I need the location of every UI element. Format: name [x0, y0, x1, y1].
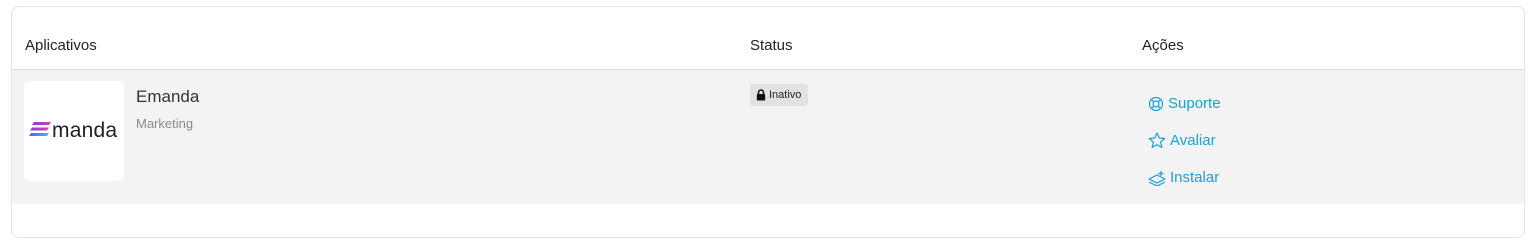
app-name: Emanda [136, 87, 200, 106]
rate-label: Avaliar [1170, 132, 1216, 149]
status-label: Inativo [769, 89, 802, 101]
star-icon [1148, 132, 1166, 149]
status-badge: Inativo [750, 84, 809, 106]
column-header-apps: Aplicativos [25, 37, 97, 54]
install-link[interactable]: Instalar [1148, 169, 1219, 186]
app-category: Marketing [136, 116, 194, 131]
table-row: manda Emanda Marketing Inativo Suporte A… [12, 70, 1524, 204]
support-lifebuoy-icon [1148, 96, 1164, 111]
emanda-logo-mark [29, 122, 51, 136]
emanda-logo-text: manda [52, 119, 118, 142]
support-label: Suporte [1168, 95, 1221, 112]
apps-table: Aplicativos Status Ações manda Emanda Ma… [11, 6, 1525, 238]
column-header-actions: Ações [1142, 37, 1184, 54]
table-header: Aplicativos Status Ações [12, 7, 1524, 70]
app-logo: manda [24, 81, 124, 181]
install-stack-icon [1148, 170, 1166, 186]
lock-icon [756, 89, 766, 101]
rate-link[interactable]: Avaliar [1148, 132, 1216, 149]
install-label: Instalar [1170, 169, 1220, 186]
column-header-status: Status [750, 37, 793, 54]
support-link[interactable]: Suporte [1148, 95, 1221, 112]
